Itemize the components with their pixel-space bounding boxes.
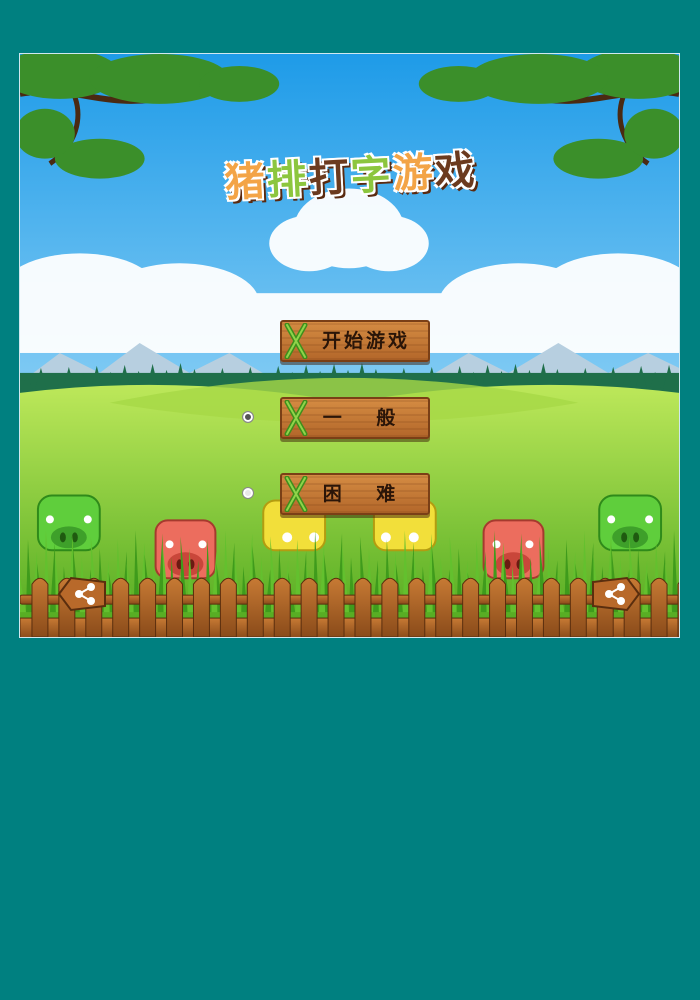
pig-green-right [598, 494, 663, 552]
fence-picket [112, 577, 130, 637]
title-char: 字 [349, 151, 394, 200]
difficulty-normal-label: 一 般 [322, 407, 410, 429]
difficulty-normal-radio[interactable] [242, 411, 254, 423]
pig-red-right [482, 519, 545, 580]
fence-picket [650, 577, 668, 637]
fence-picket [166, 577, 184, 637]
fence-picket [515, 577, 533, 637]
start-game-button[interactable]: 开始游戏 [280, 320, 430, 362]
fence-picket [139, 577, 157, 637]
fence-picket [300, 577, 318, 637]
fence-picket [542, 577, 560, 637]
fence-picket [489, 577, 507, 637]
title-char: 游 [391, 149, 436, 198]
fence-picket [462, 577, 480, 637]
fence-picket [569, 577, 587, 637]
title-char: 排 [265, 156, 310, 205]
start-game-label: 开始游戏 [321, 330, 410, 352]
title-char: 打 [307, 154, 352, 203]
x-mark-icon [284, 476, 308, 512]
pig-green-left [36, 494, 101, 552]
fence-picket [246, 577, 264, 637]
share-right-button[interactable] [591, 576, 641, 612]
difficulty-hard-label: 困 难 [322, 483, 410, 505]
difficulty-hard-radio[interactable] [242, 487, 254, 499]
fence-picket [219, 577, 237, 637]
share-left-button[interactable] [57, 576, 107, 612]
fence-picket [435, 577, 453, 637]
fence-picket [327, 577, 345, 637]
x-mark-icon [284, 323, 308, 359]
title-char: 猪 [223, 158, 269, 207]
fence-picket [677, 582, 679, 637]
fence-picket [31, 577, 49, 637]
fence-picket [192, 577, 210, 637]
difficulty-hard-button[interactable]: 困 难 [280, 473, 430, 515]
fence-picket [381, 577, 399, 637]
fence-picket [408, 577, 426, 637]
x-mark-icon [284, 400, 308, 436]
fence-picket [273, 577, 291, 637]
difficulty-normal-button[interactable]: 一 般 [280, 397, 430, 439]
fence-picket [354, 577, 372, 637]
game-canvas[interactable]: 猪排打字游戏 开始游戏 一 般 困 难 [19, 53, 680, 638]
title-char: 戏 [433, 147, 478, 196]
